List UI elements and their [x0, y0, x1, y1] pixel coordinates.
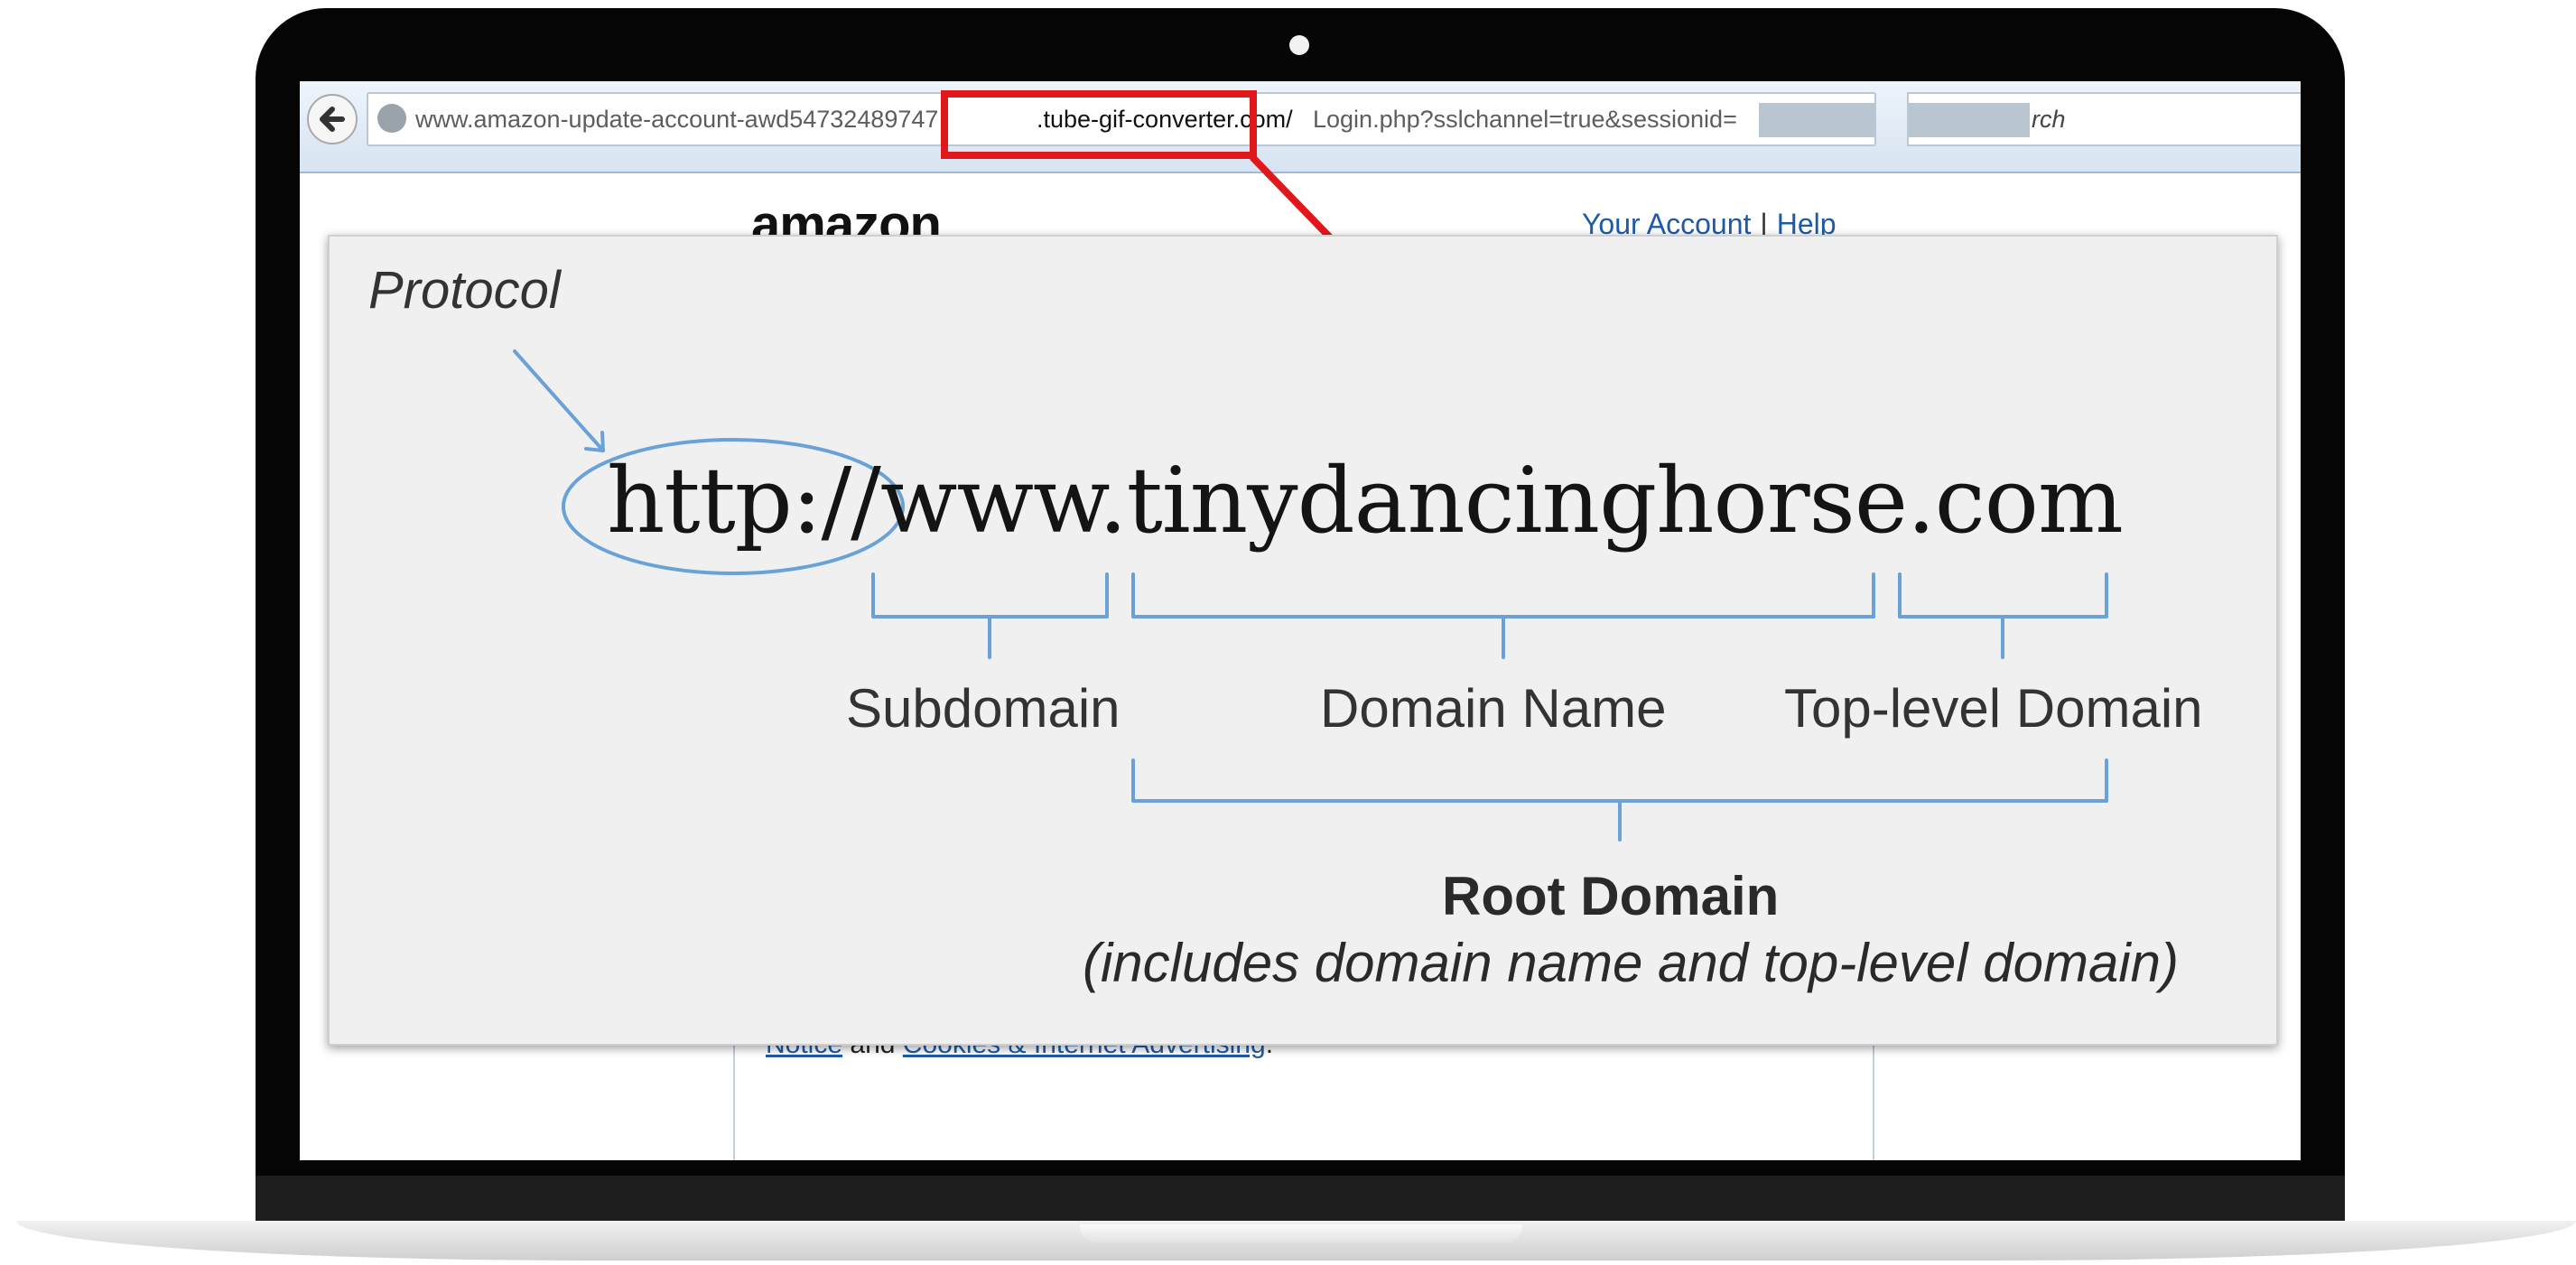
tld-bracket [1898, 572, 2108, 659]
root-domain-bracket [1131, 758, 2108, 842]
subdomain-bracket [871, 572, 1109, 659]
top-level-domain-label: Top-level Domain [1784, 678, 2203, 739]
root-domain-note: (includes domain name and top-level doma… [1083, 933, 2180, 993]
domain-name-bracket [1131, 572, 1875, 659]
subdomain-label: Subdomain [846, 678, 1121, 739]
diagram-annotations [513, 349, 2108, 842]
protocol-label: Protocol [368, 261, 561, 320]
domain-name-label: Domain Name [1320, 678, 1667, 739]
example-url: http://www.tinydancinghorse.com [607, 448, 2124, 553]
root-domain-label: Root Domain [1442, 866, 1780, 926]
protocol-arrow [513, 349, 605, 452]
